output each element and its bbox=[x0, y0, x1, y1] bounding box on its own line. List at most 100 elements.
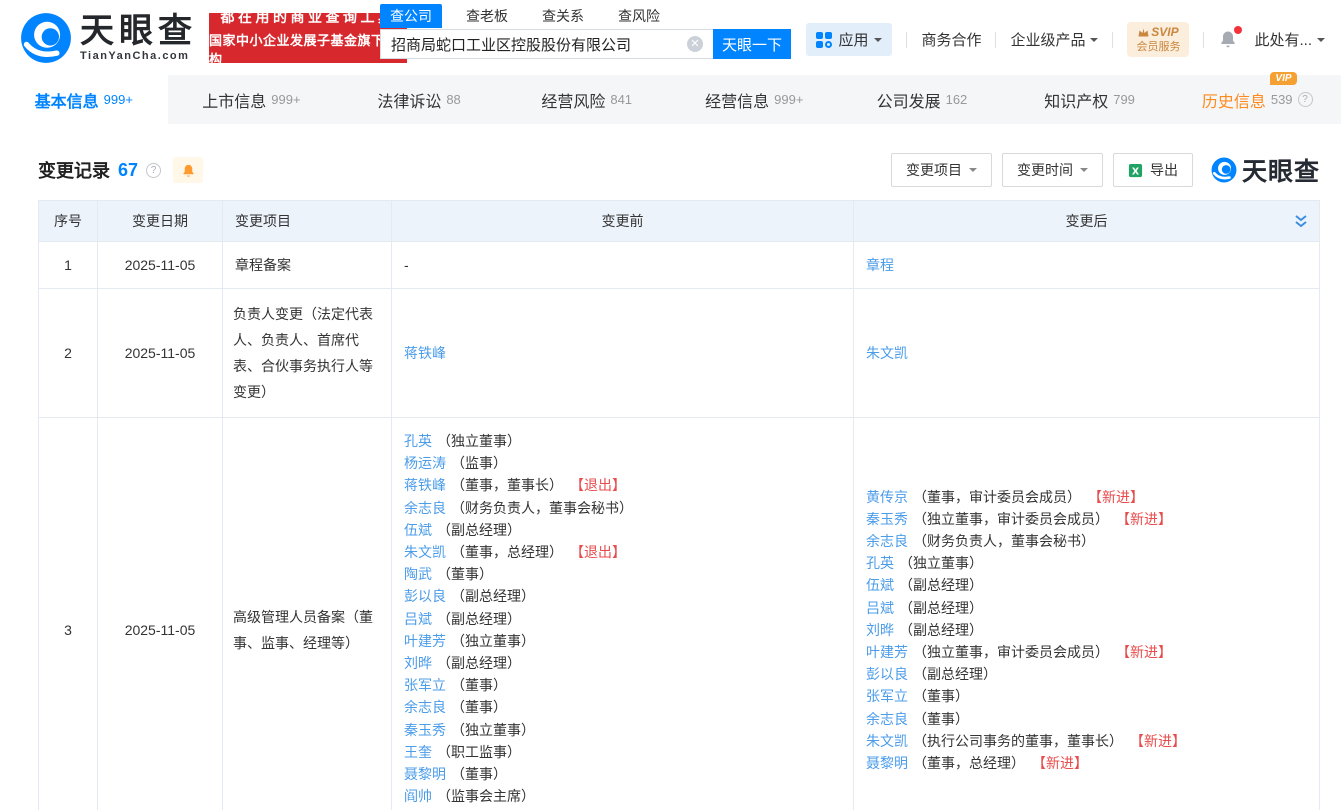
person-link[interactable]: 朱文凯 bbox=[866, 733, 908, 749]
person-link[interactable]: 刘晔 bbox=[866, 622, 894, 638]
person-line: 刘晔 （副总经理） bbox=[404, 652, 841, 674]
person-role: （独立董事） bbox=[451, 722, 535, 738]
person-link[interactable]: 叶建芳 bbox=[404, 633, 446, 649]
menu-business-coop[interactable]: 商务合作 bbox=[921, 29, 981, 50]
search-tab[interactable]: 查公司 bbox=[380, 4, 442, 28]
person-link[interactable]: 余志良 bbox=[404, 699, 446, 715]
person-line: 彭以良（副总经理） bbox=[404, 585, 841, 607]
person-link[interactable]: 孔英 bbox=[866, 555, 894, 571]
clear-icon[interactable]: ✕ bbox=[687, 36, 703, 52]
person-link[interactable]: 余志良 bbox=[404, 500, 446, 516]
person-link[interactable]: 杨运涛 bbox=[404, 455, 446, 471]
person-link[interactable]: 朱文凯 bbox=[404, 544, 446, 560]
search-button[interactable]: 天眼一下 bbox=[713, 29, 791, 59]
nav-tab[interactable]: 经营信息999+ bbox=[671, 75, 839, 124]
excel-icon: X bbox=[1128, 163, 1143, 178]
entity-link[interactable]: 章程 bbox=[866, 257, 894, 273]
person-link[interactable]: 蒋铁峰 bbox=[404, 477, 446, 493]
person-role: （董事） bbox=[451, 699, 507, 715]
nav-tab[interactable]: 经营风险841 bbox=[503, 75, 671, 124]
menu-enterprise-products[interactable]: 企业级产品 bbox=[1010, 29, 1098, 50]
person-link[interactable]: 秦玉秀 bbox=[404, 722, 446, 738]
person-role: （副总经理） bbox=[437, 655, 521, 671]
collapse-double-chevron-icon[interactable] bbox=[1293, 214, 1309, 229]
nav-tab[interactable]: 上市信息 999+ bbox=[168, 75, 336, 124]
person-link[interactable]: 王奎 bbox=[404, 744, 432, 760]
person-link[interactable]: 黄传京 bbox=[866, 489, 908, 505]
chevron-down-icon bbox=[1090, 38, 1098, 46]
change-status-tag: 【新进】 bbox=[1123, 644, 1172, 660]
nav-tab[interactable]: 法律诉讼 88 bbox=[335, 75, 503, 124]
person-link[interactable]: 张军立 bbox=[404, 677, 446, 693]
divider bbox=[995, 32, 996, 48]
search-tab[interactable]: 查关系 bbox=[532, 4, 594, 28]
search-tab[interactable]: 查老板 bbox=[456, 4, 518, 28]
person-role: （副总经理） bbox=[913, 666, 997, 682]
nav-tab[interactable]: 基本信息999+ bbox=[0, 75, 168, 124]
menu-more[interactable]: 此处有... bbox=[1254, 29, 1325, 50]
nav-tab-label: 上市信息 bbox=[202, 88, 266, 112]
person-link[interactable]: 陶武 bbox=[404, 566, 432, 582]
person-link[interactable]: 彭以良 bbox=[866, 666, 908, 682]
tianyancha-logo[interactable]: 天眼查 TianYanCha.com bbox=[20, 12, 197, 64]
person-link[interactable]: 余志良 bbox=[866, 711, 908, 727]
person-link[interactable]: 伍斌 bbox=[866, 577, 894, 593]
subscribe-bell-button[interactable] bbox=[173, 157, 203, 183]
person-link[interactable]: 吕斌 bbox=[404, 611, 432, 627]
person-role: （独立董事） bbox=[899, 555, 983, 571]
nav-tab[interactable]: 知识产权799 bbox=[1006, 75, 1174, 124]
apps-label: 应用 bbox=[838, 29, 868, 50]
help-icon[interactable]: ? bbox=[1298, 92, 1313, 107]
filter-change-time-button[interactable]: 变更时间 bbox=[1002, 153, 1103, 187]
person-role: （监事会主席） bbox=[437, 788, 535, 804]
filter-change-item-button[interactable]: 变更项目 bbox=[891, 153, 992, 187]
change-status-tag: 【新进】 bbox=[1039, 755, 1088, 771]
nav-tab-label: 法律诉讼 bbox=[377, 88, 441, 112]
person-link[interactable]: 彭以良 bbox=[404, 588, 446, 604]
cell-text: - bbox=[404, 257, 409, 273]
person-link[interactable]: 秦玉秀 bbox=[866, 511, 908, 527]
svip-membership-badge[interactable]: SVIP 会员服务 bbox=[1127, 22, 1189, 57]
person-link[interactable]: 叶建芳 bbox=[866, 644, 908, 660]
person-link[interactable]: 阎帅 bbox=[404, 788, 432, 804]
person-line: 吕斌（副总经理） bbox=[866, 597, 1307, 619]
person-role: （财务负责人，董事会秘书） bbox=[451, 500, 633, 516]
entity-link[interactable]: 蒋铁峰 bbox=[404, 345, 446, 361]
person-link[interactable]: 聂黎明 bbox=[404, 766, 446, 782]
watermark-text: 天眼查 bbox=[1242, 152, 1320, 188]
person-role: （董事） bbox=[451, 677, 507, 693]
person-link[interactable]: 吕斌 bbox=[866, 600, 894, 616]
col-header-before: 变更前 bbox=[392, 201, 854, 242]
person-link[interactable]: 张军立 bbox=[866, 688, 908, 704]
nav-tab-count: 999+ bbox=[271, 92, 300, 107]
search-input[interactable] bbox=[380, 29, 713, 59]
person-link[interactable]: 伍斌 bbox=[404, 522, 432, 538]
person-line: 聂黎明（董事，总经理）【新进】 bbox=[866, 752, 1307, 774]
table-header-row: 序号 变更日期 变更项目 变更前 变更后 bbox=[39, 201, 1320, 242]
notification-bell-icon[interactable] bbox=[1218, 29, 1240, 51]
change-date: 2025-11-05 bbox=[98, 289, 223, 418]
person-link[interactable]: 孔英 bbox=[404, 433, 432, 449]
person-role: （独立董事） bbox=[437, 433, 521, 449]
nav-tab-count: 539 bbox=[1271, 92, 1293, 107]
export-button[interactable]: X 导出 bbox=[1113, 153, 1193, 187]
nav-tab-count: 841 bbox=[610, 92, 632, 107]
chevron-down-icon bbox=[969, 168, 977, 176]
person-link[interactable]: 刘晔 bbox=[404, 655, 432, 671]
divider bbox=[1112, 32, 1113, 48]
person-link[interactable]: 聂黎明 bbox=[866, 755, 908, 771]
nav-tab-count: 88 bbox=[446, 92, 460, 107]
nav-tab[interactable]: 历史信息539VIP? bbox=[1173, 75, 1341, 124]
section-header: 变更记录 67 ? 变更项目 变更时间 X 导出 bbox=[38, 152, 1320, 188]
entity-link[interactable]: 朱文凯 bbox=[866, 345, 908, 361]
person-role: （独立董事） bbox=[451, 633, 535, 649]
nav-tab[interactable]: 公司发展162 bbox=[838, 75, 1006, 124]
promo-banner: 都在用的商业查询工具 国家中小企业发展子基金旗下机构 bbox=[209, 13, 407, 63]
help-icon[interactable]: ? bbox=[146, 163, 161, 178]
person-link[interactable]: 余志良 bbox=[866, 533, 908, 549]
person-line: 吕斌（副总经理） bbox=[404, 608, 841, 630]
apps-button[interactable]: 应用 bbox=[806, 23, 892, 56]
nav-tab-label: 历史信息 bbox=[1202, 88, 1266, 112]
search-tab[interactable]: 查风险 bbox=[608, 4, 670, 28]
apps-grid-icon bbox=[816, 32, 832, 48]
